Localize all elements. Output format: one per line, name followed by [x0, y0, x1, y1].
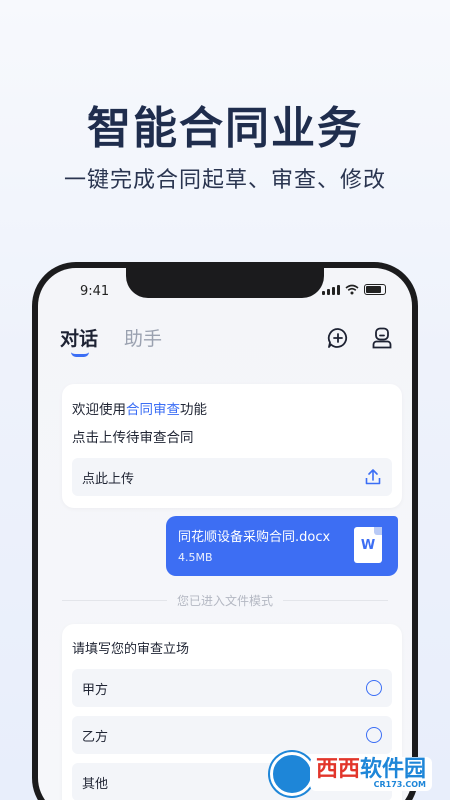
battery-icon	[364, 284, 386, 295]
watermark-url: CR173.COM	[373, 780, 426, 789]
new-chat-icon[interactable]	[326, 326, 350, 350]
wifi-icon	[345, 284, 359, 295]
header-actions	[326, 326, 394, 350]
mode-divider-text: 您已进入文件模式	[177, 594, 274, 608]
radio-icon[interactable]	[366, 680, 382, 696]
watermark-text: 西西软件园 CR173.COM	[309, 757, 432, 791]
welcome-line: 欢迎使用合同审查功能	[72, 398, 392, 418]
upload-label: 点此上传	[82, 471, 135, 487]
welcome-card: 欢迎使用合同审查功能 点击上传待审查合同 点此上传	[62, 384, 402, 508]
tab-assistant-label: 助手	[124, 328, 163, 350]
divider-line-right	[283, 600, 389, 601]
option-party-b[interactable]: 乙方	[72, 716, 392, 754]
divider-line-left	[62, 600, 167, 601]
radio-icon[interactable]	[366, 727, 382, 743]
option-label: 甲方	[82, 682, 109, 698]
upload-button[interactable]: 点此上传	[72, 458, 392, 496]
promo-subtitle: 一键完成合同起草、审查、修改	[63, 168, 386, 193]
mode-divider: 您已进入文件模式	[62, 592, 389, 609]
promo-title: 智能合同业务	[87, 103, 363, 154]
watermark-text-red: 西西	[315, 757, 360, 782]
word-doc-icon: W	[354, 527, 382, 563]
phone-screen: 9:41 对话 助手 欢迎使用合同审查功能 点击上传待审查合同 点此上传 同花顺…	[38, 268, 412, 800]
watermark: 西西软件园 CR173.COM	[269, 752, 432, 796]
phone-notch	[126, 268, 324, 298]
profile-icon[interactable]	[370, 326, 394, 350]
tab-assistant[interactable]: 助手	[124, 324, 162, 351]
welcome-suffix: 功能	[180, 402, 207, 418]
file-message[interactable]: 同花顺设备采购合同.docx 4.5MB W	[166, 516, 398, 576]
option-party-a[interactable]: 甲方	[72, 669, 392, 707]
word-icon-letter: W	[360, 537, 376, 553]
tab-bar: 对话 助手	[60, 324, 162, 357]
stance-question: 请填写您的审查立场	[72, 642, 190, 657]
tab-active-indicator	[71, 352, 89, 357]
upload-instruction: 点击上传待审查合同	[72, 430, 194, 446]
upload-icon	[365, 469, 381, 485]
phone-frame: 9:41 对话 助手 欢迎使用合同审查功能 点击上传待审查合同 点此上传 同花顺…	[32, 262, 418, 800]
watermark-logo-icon	[269, 752, 314, 796]
tab-chat-label: 对话	[60, 328, 99, 350]
watermark-text-blue: 软件园	[359, 757, 426, 782]
feature-link[interactable]: 合同审查	[126, 402, 180, 418]
welcome-prefix: 欢迎使用	[72, 402, 126, 418]
signal-icon	[322, 284, 340, 295]
option-label: 其他	[82, 776, 109, 792]
status-icons	[322, 284, 386, 295]
option-label: 乙方	[82, 729, 109, 745]
tab-chat[interactable]: 对话	[60, 324, 99, 357]
status-time: 9:41	[80, 284, 110, 299]
